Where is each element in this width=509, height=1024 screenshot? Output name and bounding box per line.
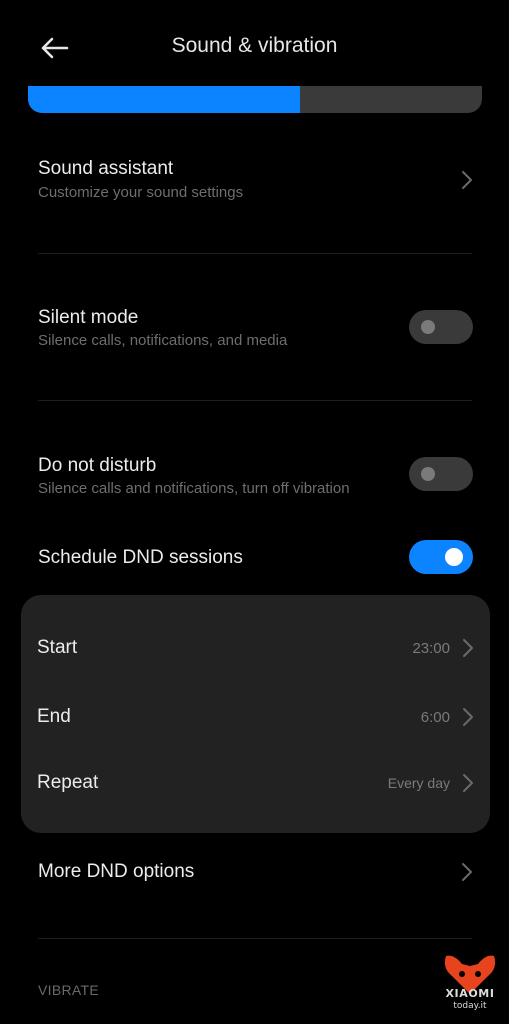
end-label: End xyxy=(37,706,71,727)
chevron-right-icon xyxy=(462,863,472,881)
chevron-right-icon xyxy=(463,708,473,726)
schedule-dnd-item[interactable]: Schedule DND sessions xyxy=(0,530,509,586)
watermark-brand: XIAOMI xyxy=(445,987,495,1000)
repeat-value: Every day xyxy=(387,775,450,791)
silent-mode-toggle[interactable] xyxy=(409,310,473,344)
do-not-disturb-subtitle: Silence calls and notifications, turn of… xyxy=(38,480,350,497)
xiaomitoday-watermark: XIAOMI today.it xyxy=(432,952,508,1024)
schedule-dnd-toggle[interactable] xyxy=(409,540,473,574)
divider xyxy=(38,253,472,254)
silent-mode-title: Silent mode xyxy=(38,307,139,328)
volume-slider[interactable] xyxy=(28,86,482,113)
repeat-label: Repeat xyxy=(37,772,99,793)
vibrate-section-label: VIBRATE xyxy=(38,982,99,998)
do-not-disturb-title: Do not disturb xyxy=(38,455,157,476)
end-value: 6:00 xyxy=(420,709,450,726)
silent-mode-subtitle: Silence calls, notifications, and media xyxy=(38,332,288,349)
do-not-disturb-toggle[interactable] xyxy=(409,457,473,491)
toggle-knob xyxy=(421,320,435,334)
sound-assistant-item[interactable]: Sound assistant Customize your sound set… xyxy=(0,140,509,240)
do-not-disturb-item[interactable]: Do not disturb Silence calls and notific… xyxy=(0,438,509,518)
more-dnd-options-item[interactable]: More DND options xyxy=(0,845,509,901)
sound-assistant-title: Sound assistant xyxy=(38,158,174,179)
volume-slider-fill xyxy=(28,86,301,113)
start-value: 23:00 xyxy=(412,640,450,657)
end-time-item[interactable]: End 6:00 xyxy=(21,684,490,750)
start-label: Start xyxy=(37,637,78,658)
chevron-right-icon xyxy=(463,639,473,657)
chevron-right-icon xyxy=(463,774,473,792)
watermark-site: today.it xyxy=(453,1001,487,1011)
repeat-item[interactable]: Repeat Every day xyxy=(21,750,490,816)
start-time-item[interactable]: Start 23:00 xyxy=(21,615,490,681)
toggle-knob xyxy=(421,467,435,481)
toggle-knob xyxy=(445,548,463,566)
divider xyxy=(38,400,472,401)
schedule-card: Start 23:00 End 6:00 Repeat Every day xyxy=(21,595,490,833)
more-dnd-options-title: More DND options xyxy=(38,861,195,882)
chevron-right-icon xyxy=(462,171,472,189)
divider xyxy=(38,938,472,939)
page-title: Sound & vibration xyxy=(171,34,338,57)
silent-mode-item[interactable]: Silent mode Silence calls, notifications… xyxy=(0,290,509,370)
sound-assistant-subtitle: Customize your sound settings xyxy=(38,184,244,201)
schedule-dnd-title: Schedule DND sessions xyxy=(38,547,243,568)
app-header: Sound & vibration xyxy=(0,0,509,90)
